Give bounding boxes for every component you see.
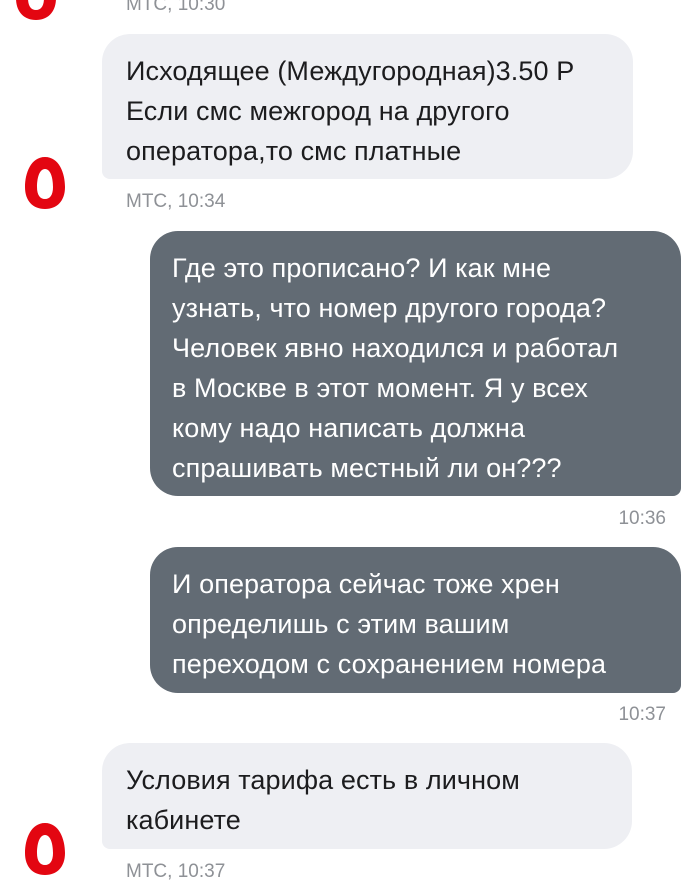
mts-egg-logo-icon: [25, 157, 65, 209]
message-meta: МТС, 10:37: [126, 861, 226, 882]
incoming-message-bubble[interactable]: Исходящее (Междугородная)3.50 Р Если смс…: [102, 34, 633, 179]
outgoing-message-bubble[interactable]: И оператора сейчас тоже хрен определишь …: [150, 547, 681, 693]
incoming-message-bubble[interactable]: Условия тарифа есть в личном кабинете: [102, 743, 632, 849]
chat-thread: МТС, 10:30 Исходящее (Междугородная)3.50…: [0, 0, 700, 894]
sender-avatar-mts[interactable]: [0, 0, 72, 30]
sender-avatar-mts[interactable]: [9, 813, 81, 885]
outgoing-message-bubble[interactable]: Где это прописано? И как мне узнать, что…: [150, 231, 681, 496]
mts-egg-logo-icon: [25, 823, 65, 875]
mts-egg-logo-icon: [16, 0, 56, 20]
message-time: 10:37: [618, 704, 666, 725]
message-meta: МТС, 10:34: [126, 191, 226, 212]
message-time: 10:36: [618, 508, 666, 529]
sender-avatar-mts[interactable]: [9, 147, 81, 219]
message-meta: МТС, 10:30: [126, 0, 226, 15]
